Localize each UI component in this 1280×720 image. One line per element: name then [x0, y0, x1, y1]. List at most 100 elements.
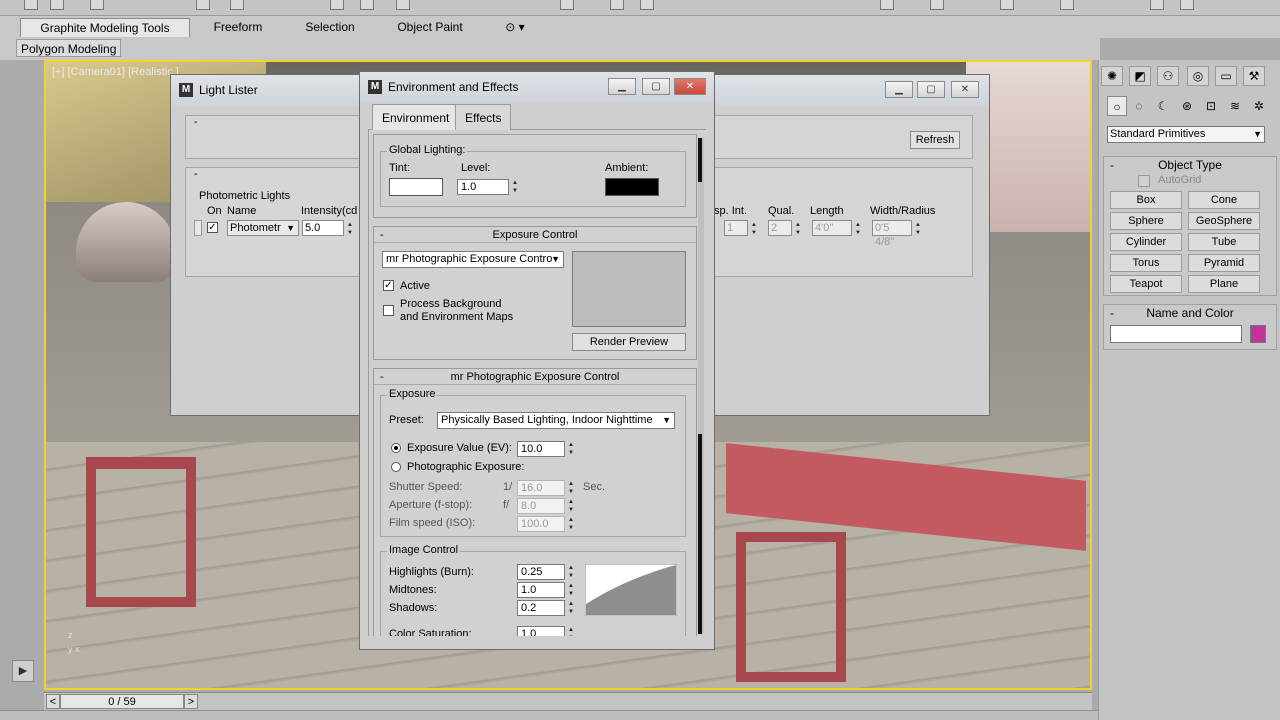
space-warps-icon[interactable]: ≋ — [1225, 96, 1245, 116]
active-checkbox[interactable]: ✓ — [383, 280, 394, 291]
play-icon[interactable]: ▶ — [12, 660, 34, 682]
name-and-color-header[interactable]: - Name and Color — [1104, 305, 1276, 321]
toolbar-icon[interactable] — [560, 0, 574, 10]
spinner-icon[interactable]: ▲▼ — [346, 221, 354, 237]
toolbar-icon[interactable] — [330, 0, 344, 10]
systems-icon[interactable]: ✲ — [1249, 96, 1269, 116]
light-on-checkbox[interactable]: ✓ — [207, 222, 218, 233]
env-effects-titlebar[interactable]: M Environment and Effects ▁ ▢ ✕ — [360, 72, 714, 102]
cylinder-button[interactable]: Cylinder — [1110, 233, 1182, 251]
pyramid-button[interactable]: Pyramid — [1188, 254, 1260, 272]
toolbar-icon[interactable] — [1060, 0, 1074, 10]
geometry-icon[interactable]: ○ — [1107, 96, 1127, 116]
viewport-label[interactable]: [+] [Camera01] [Realistic ] — [52, 66, 179, 78]
spinner-icon[interactable]: ▲▼ — [567, 582, 575, 598]
spinner-icon[interactable]: ▲▼ — [794, 221, 802, 237]
ribbon-options-icon[interactable]: ⊙ ▾ — [500, 18, 530, 37]
refresh-button[interactable]: Refresh — [910, 131, 960, 149]
sphere-button[interactable]: Sphere — [1110, 212, 1182, 230]
close-button[interactable]: ✕ — [951, 81, 979, 98]
time-slider[interactable]: < 0 / 59 > — [44, 692, 1092, 710]
photographic-exposure-radio[interactable] — [391, 462, 401, 472]
tab-effects[interactable]: Effects — [455, 104, 512, 130]
toolbar-icon[interactable] — [1180, 0, 1194, 10]
toolbar-icon[interactable] — [640, 0, 654, 10]
light-qual-field[interactable]: 2 — [768, 220, 792, 236]
light-length-field[interactable]: 4'0" — [812, 220, 852, 236]
exposure-value-radio[interactable] — [391, 443, 401, 453]
helpers-icon[interactable]: ⊡ — [1201, 96, 1221, 116]
exposure-type-dropdown[interactable]: mr Photographic Exposure Contro ▼ — [382, 251, 564, 268]
object-color-swatch[interactable] — [1250, 325, 1266, 343]
autogrid-checkbox[interactable] — [1138, 175, 1150, 187]
box-button[interactable]: Box — [1110, 191, 1182, 209]
toolbar-icon[interactable] — [1000, 0, 1014, 10]
spinner-icon[interactable]: ▲▼ — [511, 179, 519, 195]
light-width-field[interactable]: 0'5 4/8" — [872, 220, 912, 248]
torus-button[interactable]: Torus — [1110, 254, 1182, 272]
toolbar-icon[interactable] — [930, 0, 944, 10]
toolbar-icon[interactable] — [230, 0, 244, 10]
geosphere-button[interactable]: GeoSphere — [1188, 212, 1260, 230]
object-type-header[interactable]: - Object Type — [1104, 157, 1276, 173]
modify-tab-icon[interactable]: ◩ — [1129, 66, 1151, 86]
shadows-field[interactable]: 0.2 — [517, 600, 565, 616]
spinner-icon[interactable]: ▲▼ — [567, 600, 575, 616]
env-scrollbar[interactable] — [698, 138, 704, 634]
tab-selection[interactable]: Selection — [290, 18, 370, 37]
light-disp-int-field[interactable]: 1 — [724, 220, 748, 236]
maximize-button[interactable]: ▢ — [917, 81, 945, 98]
minimize-button[interactable]: ▁ — [885, 81, 913, 98]
ambient-color-swatch[interactable] — [605, 178, 659, 196]
spinner-icon[interactable]: ▲▼ — [567, 498, 575, 514]
toolbar-icon[interactable] — [50, 0, 64, 10]
toolbar-icon[interactable] — [90, 0, 104, 10]
spinner-icon[interactable]: ▲▼ — [567, 441, 575, 457]
render-preview-button[interactable]: Render Preview — [572, 333, 686, 351]
track-bar[interactable] — [0, 710, 1280, 720]
midtones-field[interactable]: 1.0 — [517, 582, 565, 598]
spinner-icon[interactable]: ▲▼ — [567, 626, 575, 636]
toolbar-icon[interactable] — [1150, 0, 1164, 10]
tab-environment[interactable]: Environment — [372, 104, 460, 130]
time-next-button[interactable]: > — [184, 694, 198, 709]
process-background-checkbox[interactable] — [383, 305, 394, 316]
tab-freeform[interactable]: Freeform — [200, 18, 276, 37]
toolbar-icon[interactable] — [880, 0, 894, 10]
tab-graphite-modeling-tools[interactable]: Graphite Modeling Tools — [20, 18, 190, 37]
spinner-icon[interactable]: ▲▼ — [567, 564, 575, 580]
mr-photographic-header[interactable]: - mr Photographic Exposure Control — [374, 369, 696, 385]
env-scroll-area[interactable]: Global Lighting: Tint: Level: 1.0 ▲ ▼ Amb… — [368, 130, 704, 636]
cone-button[interactable]: Cone — [1188, 191, 1260, 209]
toolbar-icon[interactable] — [396, 0, 410, 10]
polygon-modeling-panel[interactable]: Polygon Modeling — [16, 39, 122, 57]
preset-dropdown[interactable]: Physically Based Lighting, Indoor Nightt… — [437, 412, 675, 429]
spinner-icon[interactable]: ▲▼ — [854, 221, 862, 237]
hierarchy-tab-icon[interactable]: ⚇ — [1157, 66, 1179, 86]
minimize-button[interactable]: ▁ — [608, 78, 636, 95]
collapse-icon[interactable]: - — [194, 116, 198, 128]
tab-object-paint[interactable]: Object Paint — [385, 18, 475, 37]
color-saturation-field[interactable]: 1.0 — [517, 626, 565, 636]
row-select-handle[interactable] — [194, 220, 202, 236]
toolbar-icon[interactable] — [24, 0, 38, 10]
collapse-icon[interactable]: - — [194, 168, 198, 180]
close-button[interactable]: ✕ — [674, 78, 706, 95]
primitive-type-dropdown[interactable]: Standard Primitives ▼ — [1107, 126, 1265, 143]
maximize-button[interactable]: ▢ — [642, 78, 670, 95]
tint-color-swatch[interactable] — [389, 178, 443, 196]
teapot-button[interactable]: Teapot — [1110, 275, 1182, 293]
plane-button[interactable]: Plane — [1188, 275, 1260, 293]
shapes-icon[interactable]: ◌ — [1129, 96, 1149, 116]
spinner-icon[interactable]: ▲▼ — [914, 221, 922, 237]
highlights-field[interactable]: 0.25 — [517, 564, 565, 580]
cameras-icon[interactable]: ⊛ — [1177, 96, 1197, 116]
create-tab-icon[interactable]: ✺ — [1101, 66, 1123, 86]
motion-tab-icon[interactable]: ◎ — [1187, 66, 1209, 86]
shutter-field[interactable]: 16.0 — [517, 480, 565, 496]
spinner-icon[interactable]: ▲▼ — [750, 221, 758, 237]
display-tab-icon[interactable]: ▭ — [1215, 66, 1237, 86]
time-slider-thumb[interactable]: 0 / 59 — [60, 694, 184, 709]
lights-icon[interactable]: ☾ — [1153, 96, 1173, 116]
aperture-field[interactable]: 8.0 — [517, 498, 565, 514]
